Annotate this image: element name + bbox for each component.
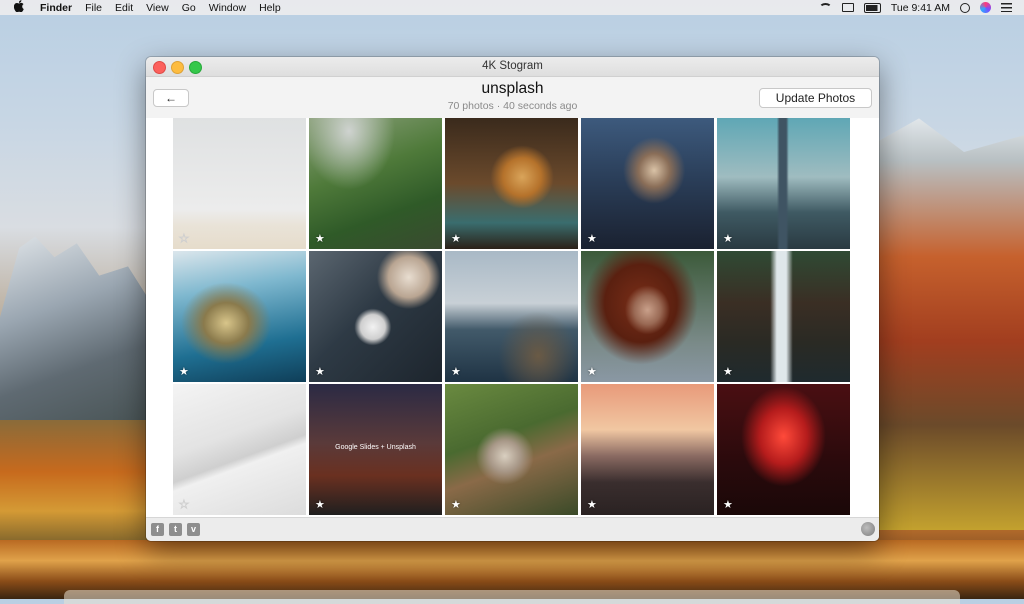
notification-center-icon[interactable] <box>1001 3 1012 12</box>
photo-tile[interactable]: ★ <box>717 118 850 249</box>
favorite-star-icon[interactable]: ★ <box>179 365 189 378</box>
favorite-star-icon[interactable]: ★ <box>723 365 733 378</box>
photo-tile[interactable]: Google Slides + Unsplash ★ <box>309 384 442 515</box>
menu-view[interactable]: View <box>146 2 169 14</box>
photo-tile[interactable]: ★ <box>717 384 850 515</box>
favorite-star-icon[interactable]: ★ <box>315 232 325 245</box>
dock[interactable] <box>64 590 960 604</box>
photo-tile[interactable]: ★ <box>309 118 442 249</box>
menu-app-finder[interactable]: Finder <box>40 2 72 14</box>
globe-icon[interactable] <box>861 522 875 536</box>
favorite-star-icon[interactable]: ★ <box>587 365 597 378</box>
favorite-star-icon[interactable]: ★ <box>179 232 190 246</box>
photo-tile[interactable]: ★ <box>581 384 714 515</box>
siri-icon[interactable] <box>980 2 991 13</box>
favorite-star-icon[interactable]: ★ <box>723 232 733 245</box>
menu-extras: Tue 9:41 AM <box>818 2 1012 14</box>
favorite-star-icon[interactable]: ★ <box>451 232 461 245</box>
favorite-star-icon[interactable]: ★ <box>587 498 597 511</box>
favorite-star-icon[interactable]: ★ <box>179 498 190 512</box>
photo-tile[interactable]: ★ <box>309 251 442 382</box>
photo-tile[interactable]: ★ <box>173 118 306 249</box>
photo-tile[interactable]: ★ <box>581 118 714 249</box>
favorite-star-icon[interactable]: ★ <box>723 498 733 511</box>
vimeo-icon[interactable]: v <box>187 523 200 536</box>
apple-menu-icon[interactable] <box>13 0 28 15</box>
window-title: 4K Stogram <box>482 60 543 72</box>
menu-window[interactable]: Window <box>209 2 246 14</box>
menu-edit[interactable]: Edit <box>115 2 133 14</box>
desktop-wallpaper-mountain-right <box>874 118 1024 530</box>
photo-tile[interactable]: ★ <box>445 118 578 249</box>
twitter-icon[interactable]: t <box>169 523 182 536</box>
favorite-star-icon[interactable]: ★ <box>315 498 325 511</box>
menu-help[interactable]: Help <box>259 2 281 14</box>
favorite-star-icon[interactable]: ★ <box>451 498 461 511</box>
spotlight-search-icon[interactable] <box>960 2 970 13</box>
window-footer: f t v <box>146 517 879 541</box>
photo-caption: Google Slides + Unsplash <box>335 444 416 451</box>
title-bar[interactable]: 4K Stogram <box>146 57 879 77</box>
menu-go[interactable]: Go <box>182 2 196 14</box>
update-photos-button[interactable]: Update Photos <box>759 88 872 108</box>
battery-icon[interactable] <box>863 2 881 13</box>
favorite-star-icon[interactable]: ★ <box>587 232 597 245</box>
facebook-icon[interactable]: f <box>151 523 164 536</box>
wifi-icon[interactable] <box>818 2 832 13</box>
photo-grid: ★ ★ ★ ★ ★ ★ ★ ★ ★ ★ ★ Google Slides + Un… <box>146 118 879 517</box>
menu-bar: Finder File Edit View Go Window Help Tue… <box>0 0 1024 15</box>
app-window: 4K Stogram ← unsplash 70 photos · 40 sec… <box>146 57 879 541</box>
clock[interactable]: Tue 9:41 AM <box>891 2 950 14</box>
photo-tile[interactable]: ★ <box>717 251 850 382</box>
desktop-wallpaper-trees-left <box>0 420 170 550</box>
photo-tile[interactable]: ★ <box>445 384 578 515</box>
menu-file[interactable]: File <box>85 2 102 14</box>
toolbar: ← unsplash 70 photos · 40 seconds ago Up… <box>146 77 879 119</box>
photo-tile[interactable]: ★ <box>173 384 306 515</box>
photo-tile[interactable]: ★ <box>581 251 714 382</box>
photo-tile[interactable]: ★ <box>173 251 306 382</box>
photo-tile[interactable]: ★ <box>445 251 578 382</box>
favorite-star-icon[interactable]: ★ <box>315 365 325 378</box>
favorite-star-icon[interactable]: ★ <box>451 365 461 378</box>
airplay-icon[interactable] <box>841 3 854 12</box>
